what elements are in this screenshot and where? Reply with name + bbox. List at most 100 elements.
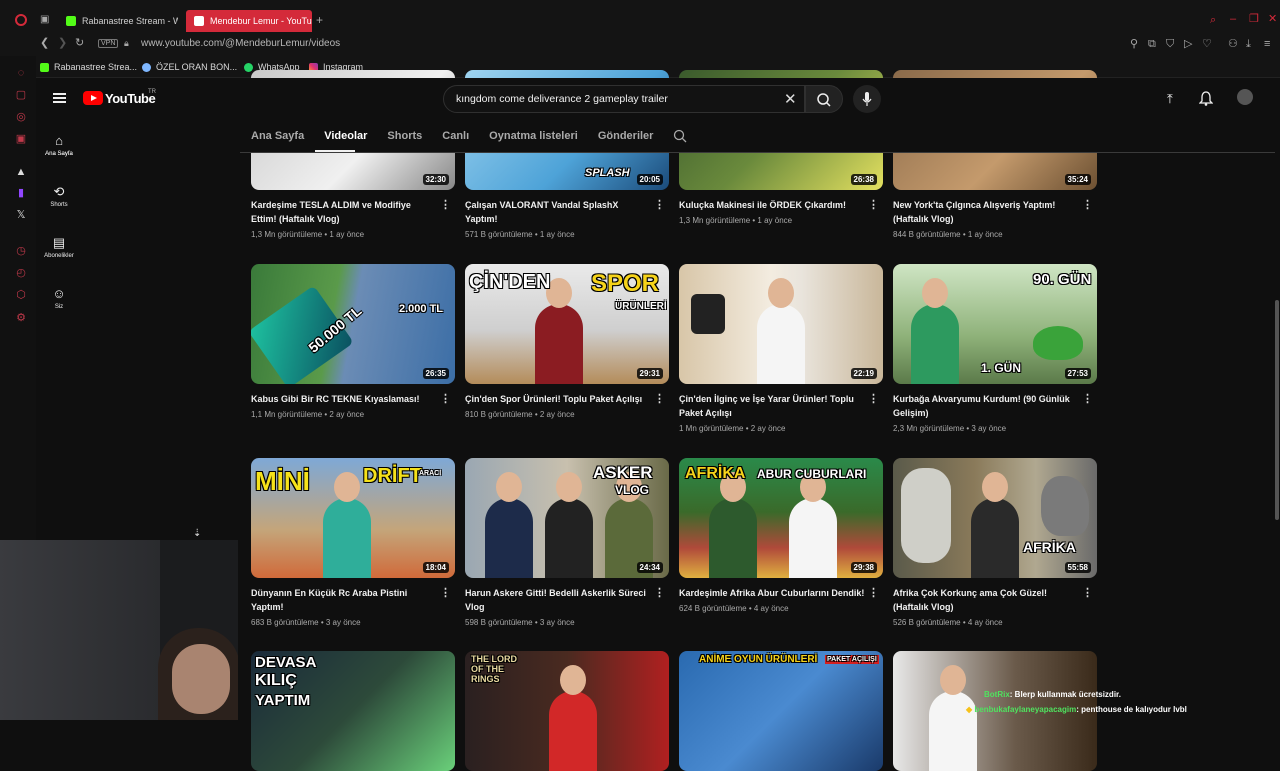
video-title[interactable]: Afrika Çok Korkunç ama Çok Güzel! (Hafta…	[893, 586, 1097, 614]
video-title[interactable]: Dünyanın En Küçük Rc Araba Pistini Yaptı…	[251, 586, 455, 614]
more-actions-icon[interactable]: ⋮	[440, 198, 451, 211]
history-icon[interactable]: ◷	[15, 245, 27, 257]
guide-menu-button[interactable]	[53, 93, 66, 103]
tab-overview-icon[interactable]: ▣	[40, 15, 49, 25]
heart-icon[interactable]: ♡	[1202, 39, 1212, 50]
video-card[interactable]: 50.000 TL 2.000 TL 26:35 Kabus Gibi Bir …	[251, 264, 455, 419]
video-thumbnail[interactable]: 22:19	[679, 264, 883, 384]
video-card[interactable]: 90. GÜN 1. GÜN 27:53 Kurbağa Akvaryumu K…	[893, 264, 1097, 433]
crypto-wallet-icon[interactable]: ▢	[15, 89, 27, 101]
pin-icon[interactable]: ⚲	[1130, 39, 1138, 50]
video-card[interactable]: THE LORD OF THE RINGS	[465, 651, 669, 771]
video-card[interactable]: AFRİKA 55:58 Afrika Çok Korkunç ama Çok …	[893, 458, 1097, 627]
reload-icon[interactable]: ↻	[75, 38, 84, 49]
search-submit-button[interactable]	[805, 85, 843, 113]
twitch-icon[interactable]: ▮	[15, 187, 27, 199]
video-title[interactable]: Çalışan VALORANT Vandal SplashX Yaptım!	[465, 198, 669, 226]
video-thumbnail[interactable]: THE LORD OF THE RINGS	[465, 651, 669, 771]
more-actions-icon[interactable]: ⋮	[868, 586, 879, 599]
x-twitter-icon[interactable]: 𝕏	[15, 209, 27, 221]
vpn-badge[interactable]: VPN	[98, 39, 119, 48]
clock-icon[interactable]: ◴	[15, 267, 27, 279]
video-thumbnail[interactable]: DEVASA KILIÇ YAPTIM	[251, 651, 455, 771]
tab-mendebur-lemur[interactable]: Mendebur Lemur - YouTu	[186, 10, 312, 32]
video-thumbnail[interactable]: AFRİKA 55:58	[893, 458, 1097, 578]
close-window-icon[interactable]: ✕	[1268, 14, 1277, 25]
video-title[interactable]: Kardeşime TESLA ALDIM ve Modifiye Ettim!…	[251, 198, 455, 226]
aria-icon[interactable]: ◌	[15, 67, 27, 79]
tab-videos[interactable]: Videolar	[324, 130, 367, 142]
more-actions-icon[interactable]: ⋮	[1082, 586, 1093, 599]
forward-icon[interactable]: ❯	[58, 38, 67, 49]
url-field[interactable]: www.youtube.com/@MendeburLemur/videos	[141, 38, 340, 49]
video-title[interactable]: Kardeşimle Afrika Abur Cuburlarını Dendi…	[679, 586, 883, 600]
video-thumbnail[interactable]: ÇİN'DEN SPOR ÜRÜNLERİ 29:31	[465, 264, 669, 384]
video-title[interactable]: Harun Askere Gitti! Bedelli Askerlik Sür…	[465, 586, 669, 614]
more-actions-icon[interactable]: ⋮	[1082, 198, 1093, 211]
search-tabs-icon[interactable]: ⌕	[1210, 15, 1216, 26]
youtube-play-logo-icon[interactable]	[83, 91, 103, 105]
cube-icon[interactable]: ⬡	[15, 289, 27, 301]
account-avatar[interactable]	[1237, 89, 1253, 105]
more-actions-icon[interactable]: ⋮	[440, 586, 451, 599]
video-thumbnail[interactable]: MİNİ DRİFT ARACI 18:04	[251, 458, 455, 578]
video-card[interactable]: 22:19 Çin'den İlginç ve İşe Yarar Ürünle…	[679, 264, 883, 433]
search-field[interactable]: kıngdom come deliverance 2 gameplay trai…	[443, 85, 805, 113]
minimize-icon[interactable]: –	[1230, 14, 1236, 25]
guide-you[interactable]: ☺ Siz	[36, 286, 82, 310]
video-title[interactable]: New York'ta Çılgınca Alışveriş Yaptım! (…	[893, 198, 1097, 226]
mic-button[interactable]	[853, 85, 881, 113]
video-card[interactable]: ANİME OYUN ÜRÜNLERİ PAKET AÇILIŞI	[679, 651, 883, 771]
video-title[interactable]: Çin'den İlginç ve İşe Yarar Ürünler! Top…	[679, 392, 883, 420]
more-actions-icon[interactable]: ⋮	[868, 198, 879, 211]
tab-posts[interactable]: Gönderiler	[598, 130, 654, 142]
tab-live[interactable]: Canlı	[442, 130, 469, 142]
video-card[interactable]: AFRİKA ABUR CUBURLARI 29:38 Kardeşimle A…	[679, 458, 883, 613]
tab-playlists[interactable]: Oynatma listeleri	[489, 130, 578, 142]
more-actions-icon[interactable]: ⋮	[654, 392, 665, 405]
menu-icon[interactable]: ≡	[1264, 39, 1270, 50]
guide-subscriptions[interactable]: ▤ Abonelikler	[36, 235, 82, 259]
shield-icon[interactable]: ⛉	[1166, 39, 1174, 50]
player-icon[interactable]: ▣	[15, 133, 27, 145]
video-title[interactable]: Kabus Gibi Bir RC TEKNE Kıyaslaması!	[251, 392, 455, 406]
profile-icon[interactable]: ⚇	[1228, 39, 1238, 50]
download-icon[interactable]: ⤓	[1246, 39, 1251, 50]
video-thumbnail[interactable]: 50.000 TL 2.000 TL 26:35	[251, 264, 455, 384]
video-card[interactable]: ÇİN'DEN SPOR ÜRÜNLERİ 29:31 Çin'den Spor…	[465, 264, 669, 419]
video-title[interactable]: Kurbağa Akvaryumu Kurdum! (90 Günlük Gel…	[893, 392, 1097, 420]
search-channel-icon[interactable]	[673, 129, 687, 143]
video-card[interactable]: DEVASA KILIÇ YAPTIM	[251, 651, 455, 771]
video-card[interactable]: MİNİ DRİFT ARACI 18:04 Dünyanın En Küçük…	[251, 458, 455, 627]
kick-sidebar-icon[interactable]: ▲	[15, 166, 27, 178]
video-title[interactable]: Çin'den Spor Ürünleri! Toplu Paket Açılı…	[465, 392, 669, 406]
maximize-icon[interactable]: ❐	[1249, 14, 1259, 25]
guide-home-item[interactable]: ⌂ Ana Sayfa	[36, 133, 82, 157]
video-thumbnail[interactable]: 90. GÜN 1. GÜN 27:53	[893, 264, 1097, 384]
messenger-icon[interactable]: ◎	[15, 111, 27, 123]
opera-logo-icon[interactable]	[15, 14, 27, 26]
bookmark-ozel-oran[interactable]: ÖZEL ORAN BON...	[142, 62, 237, 72]
video-thumbnail[interactable]: ASKER VLOG 24:34	[465, 458, 669, 578]
new-tab-button[interactable]: +	[316, 14, 323, 26]
tab-home[interactable]: Ana Sayfa	[251, 130, 304, 142]
snapshot-icon[interactable]: ⧉	[1148, 39, 1156, 50]
bell-icon[interactable]	[1199, 91, 1213, 106]
more-actions-icon[interactable]: ⋮	[440, 392, 451, 405]
create-upload-icon[interactable]: ⤒	[1167, 91, 1173, 107]
settings-icon[interactable]: ⚙	[15, 312, 27, 324]
page-scrollbar[interactable]	[1275, 300, 1279, 520]
bookmark-rabanastree[interactable]: Rabanastree Strea...	[40, 62, 137, 72]
video-thumbnail[interactable]: ANİME OYUN ÜRÜNLERİ PAKET AÇILIŞI	[679, 651, 883, 771]
more-actions-icon[interactable]: ⋮	[654, 586, 665, 599]
more-actions-icon[interactable]: ⋮	[1082, 392, 1093, 405]
more-actions-icon[interactable]: ⋮	[868, 392, 879, 405]
more-actions-icon[interactable]: ⋮	[654, 198, 665, 211]
tab-shorts[interactable]: Shorts	[387, 130, 422, 142]
video-thumbnail[interactable]: AFRİKA ABUR CUBURLARI 29:38	[679, 458, 883, 578]
guide-shorts[interactable]: ⟲ Shorts	[36, 184, 82, 208]
clear-icon[interactable]: ✕	[784, 90, 797, 108]
video-title[interactable]: Kuluçka Makinesi ile ÖRDEK Çıkardım!	[679, 198, 883, 212]
video-card[interactable]: ASKER VLOG 24:34 Harun Askere Gitti! Bed…	[465, 458, 669, 627]
back-icon[interactable]: ❮	[40, 38, 49, 49]
